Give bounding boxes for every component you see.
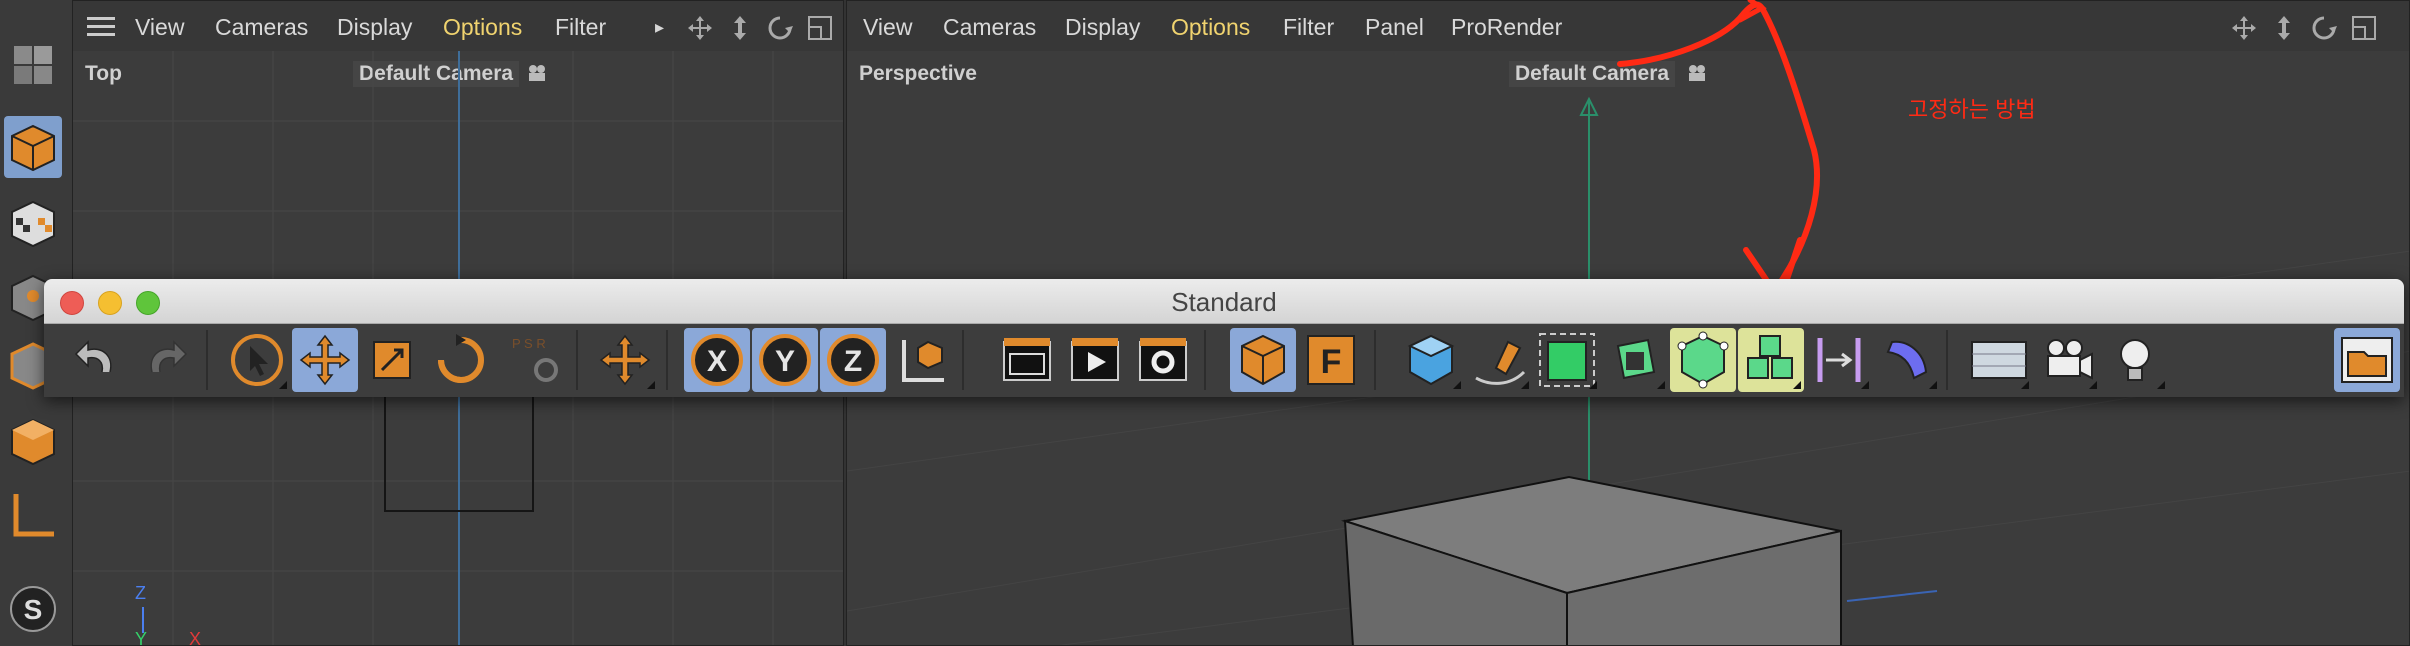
deformer-icon[interactable]	[1806, 328, 1872, 392]
svg-text:Y: Y	[775, 345, 795, 378]
render-settings-icon[interactable]	[1130, 328, 1196, 392]
light-icon[interactable]	[2102, 328, 2168, 392]
standard-palette-window[interactable]: Standard P S R X Y Z F	[44, 279, 2404, 397]
menu-options[interactable]: Options	[443, 14, 522, 41]
svg-text:Z: Z	[844, 345, 862, 378]
pen-spline-icon[interactable]	[1466, 328, 1532, 392]
menu-cameras[interactable]: Cameras	[215, 14, 308, 41]
zoom-view-icon[interactable]	[727, 15, 753, 41]
menu-filter[interactable]: Filter	[555, 14, 606, 41]
menu-panel[interactable]: Panel	[1365, 14, 1424, 41]
cube-primitive-icon[interactable]	[1398, 328, 1464, 392]
window-title: Standard	[1171, 287, 1277, 317]
top-viewport-menubar: View Cameras Display Options Filter ▸	[73, 1, 843, 51]
camera-icon[interactable]	[2034, 328, 2100, 392]
move-icon[interactable]	[292, 328, 358, 392]
field-icon[interactable]	[1874, 328, 1940, 392]
menu-display[interactable]: Display	[337, 14, 412, 41]
red-arrow-annotation-icon	[1617, 0, 1820, 307]
axis-x-label: X	[189, 629, 202, 646]
rotate-icon[interactable]	[428, 328, 494, 392]
viewport-name-label: Perspective	[859, 62, 977, 85]
coordinate-system-icon[interactable]	[890, 328, 956, 392]
z-axis-icon[interactable]: Z	[820, 328, 886, 392]
undo-icon[interactable]	[64, 328, 130, 392]
axis-y-label: Y	[135, 629, 148, 646]
x-axis-icon[interactable]: X	[684, 328, 750, 392]
polygon-cube-icon[interactable]	[4, 410, 62, 472]
psr-icon[interactable]: P S R	[502, 328, 568, 392]
world-move-icon[interactable]	[592, 328, 658, 392]
rotate-view-icon[interactable]	[2311, 15, 2337, 41]
window-titlebar[interactable]: Standard	[44, 279, 2404, 324]
pan-view-icon[interactable]	[687, 15, 713, 41]
snap-icon[interactable]: S	[4, 578, 62, 640]
content-browser-icon[interactable]	[2334, 328, 2400, 392]
svg-text:S: S	[24, 594, 43, 625]
floor-icon[interactable]	[1966, 328, 2032, 392]
rotate-view-icon[interactable]	[767, 15, 793, 41]
redo-icon[interactable]	[132, 328, 198, 392]
zoom-view-icon[interactable]	[2271, 15, 2297, 41]
maximize-view-icon[interactable]	[807, 15, 833, 41]
hamburger-menu-icon[interactable]	[87, 17, 115, 37]
checker-cube-icon[interactable]	[4, 192, 62, 254]
menu-display[interactable]: Display	[1065, 14, 1140, 41]
cube-model-icon[interactable]	[4, 116, 62, 178]
floor-f-icon[interactable]: F	[1298, 328, 1364, 392]
pan-view-icon[interactable]	[2231, 15, 2257, 41]
menu-options[interactable]: Options	[1171, 14, 1250, 41]
more-menu-arrow-icon[interactable]: ▸	[655, 17, 664, 38]
axis-icon[interactable]	[4, 484, 62, 546]
svg-text:F: F	[1321, 343, 1342, 381]
array-cubes-icon[interactable]	[1738, 328, 1804, 392]
model-mode-icon[interactable]	[1230, 328, 1296, 392]
render-picture-icon[interactable]	[1062, 328, 1128, 392]
select-icon[interactable]	[224, 328, 290, 392]
maximize-view-icon[interactable]	[2351, 15, 2377, 41]
menu-filter[interactable]: Filter	[1283, 14, 1334, 41]
scale-icon[interactable]	[360, 328, 426, 392]
grid-blocks-icon[interactable]	[4, 28, 62, 90]
annotation-text: 고정하는 방법	[1908, 97, 2036, 122]
subdivision-icon[interactable]	[1534, 328, 1600, 392]
menu-view[interactable]: View	[863, 14, 912, 41]
menu-cameras[interactable]: Cameras	[943, 14, 1036, 41]
y-axis-icon[interactable]: Y	[752, 328, 818, 392]
extrude-icon[interactable]	[1602, 328, 1668, 392]
render-view-icon[interactable]	[994, 328, 1060, 392]
axis-z-line	[142, 607, 144, 633]
svg-text:X: X	[707, 345, 727, 378]
menu-view[interactable]: View	[135, 14, 184, 41]
svg-text:P S R: P S R	[512, 336, 546, 351]
mograph-cloner-icon[interactable]	[1670, 328, 1736, 392]
menu-prorender[interactable]: ProRender	[1451, 14, 1562, 41]
standard-toolbar: P S R X Y Z F	[44, 324, 2404, 397]
axis-z-label: Z	[135, 583, 146, 603]
